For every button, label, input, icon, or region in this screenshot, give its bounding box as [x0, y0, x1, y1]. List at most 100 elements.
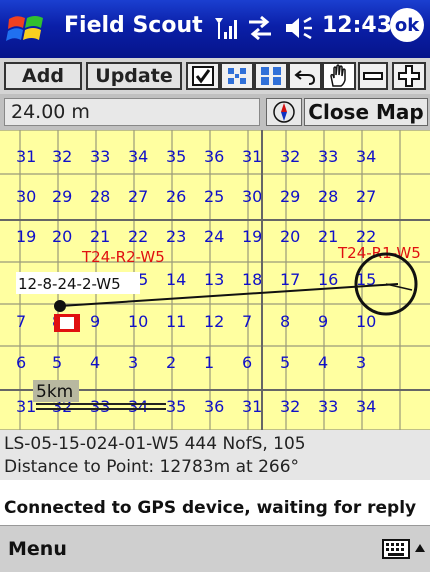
section-number: 10	[128, 312, 148, 331]
section-number: 13	[204, 270, 224, 289]
township-label-right: T24-R1-W5	[337, 244, 421, 262]
windows-start-icon[interactable]	[5, 9, 49, 49]
compass-button[interactable]	[266, 98, 302, 126]
section-number: 29	[52, 187, 72, 206]
keyboard-icon[interactable]	[382, 539, 410, 559]
section-number: 12	[204, 312, 224, 331]
section-number: 33	[318, 147, 338, 166]
section-number: 28	[318, 187, 338, 206]
section-number: 32	[280, 397, 300, 416]
section-number: 34	[356, 397, 376, 416]
section-number: 2	[166, 353, 176, 372]
section-number: 7	[16, 312, 26, 331]
section-number: 32	[52, 147, 72, 166]
section-number: 4	[318, 353, 328, 372]
info-panel: LS-05-15-024-01-W5 444 NofS, 105 Distanc…	[0, 430, 430, 480]
undo-button[interactable]	[288, 62, 322, 90]
distance-bar: 24.00 m Close Map	[0, 94, 430, 130]
gps-status-text: Connected to GPS device, waiting for rep…	[0, 493, 430, 523]
section-number: 3	[356, 353, 366, 372]
section-number: 19	[16, 227, 36, 246]
section-number: 16	[318, 270, 338, 289]
plus-icon	[398, 65, 420, 87]
point-label: 12-8-24-2-W5	[18, 275, 121, 293]
section-number: 17	[280, 270, 300, 289]
pan-button[interactable]	[322, 62, 356, 90]
distance-to-point-text: Distance to Point: 12783m at 266°	[4, 457, 300, 477]
menu-button[interactable]: Menu	[8, 538, 67, 560]
section-number: 34	[128, 397, 148, 416]
section-number: 31	[242, 147, 262, 166]
section-number: 27	[128, 187, 148, 206]
location-text: LS-05-15-024-01-W5 444 NofS, 105	[4, 434, 306, 454]
section-number: 5	[280, 353, 290, 372]
volume-icon[interactable]	[284, 14, 314, 42]
title-bar: Field Scout 12:43 ok	[0, 0, 430, 58]
section-number: 34	[128, 147, 148, 166]
section-number: 21	[90, 227, 110, 246]
section-number: 27	[356, 187, 376, 206]
section-number: 34	[356, 147, 376, 166]
section-number: 3	[128, 353, 138, 372]
section-number: 31	[242, 397, 262, 416]
section-number: 33	[318, 397, 338, 416]
heading-line	[385, 283, 413, 291]
section-number: 9	[90, 312, 100, 331]
clock[interactable]: 12:43	[322, 13, 392, 38]
update-button[interactable]: Update	[86, 62, 182, 90]
toolbar: Add Update	[0, 58, 430, 95]
section-number: 20	[280, 227, 300, 246]
section-number: 36	[204, 397, 224, 416]
input-panel-arrow-icon[interactable]	[414, 538, 426, 560]
section-number: 25	[204, 187, 224, 206]
section-number: 36	[204, 147, 224, 166]
checkmark-icon	[192, 66, 214, 86]
section-number: 26	[166, 187, 186, 206]
zoom-out-button[interactable]	[254, 62, 288, 90]
menu-bar: Menu	[0, 525, 430, 572]
target-marker-inner	[60, 317, 74, 329]
app-title: Field Scout	[64, 13, 203, 38]
section-number: 30	[16, 187, 36, 206]
checkbox-toggle[interactable]	[186, 62, 220, 90]
section-number: 29	[280, 187, 300, 206]
section-number: 21	[318, 227, 338, 246]
section-number: 11	[166, 312, 186, 331]
add-button[interactable]: Add	[4, 62, 82, 90]
zoom-minus-button[interactable]	[358, 62, 388, 90]
close-map-button[interactable]: Close Map	[304, 98, 428, 126]
section-number: 9	[318, 312, 328, 331]
zoom-in-button[interactable]	[220, 62, 254, 90]
section-number: 22	[128, 227, 148, 246]
section-number: 31	[16, 147, 36, 166]
section-number: 6	[242, 353, 252, 372]
section-number: 30	[242, 187, 262, 206]
section-number: 35	[166, 147, 186, 166]
scale-label: 5km	[36, 382, 73, 402]
minus-icon	[363, 72, 383, 80]
section-number: 35	[166, 397, 186, 416]
township-label-left: T24-R2-W5	[81, 248, 165, 266]
distance-field[interactable]: 24.00 m	[4, 98, 260, 126]
connectivity-icon[interactable]	[245, 14, 275, 42]
zoom-plus-button[interactable]	[392, 62, 426, 90]
section-number: 32	[280, 147, 300, 166]
map-view[interactable]: 31 32 33 34 35 36 31 32 33 34 30 29 28 27 26 25 30 29 28 27…	[0, 130, 430, 430]
signal-strength-icon[interactable]	[213, 14, 237, 42]
section-number: 4	[90, 353, 100, 372]
section-number: 8	[280, 312, 290, 331]
section-number: 19	[242, 227, 262, 246]
ok-button[interactable]: ok	[390, 8, 424, 42]
section-number: 14	[166, 270, 186, 289]
target-point[interactable]	[54, 300, 66, 312]
section-number: 33	[90, 147, 110, 166]
zoom-in-icon	[228, 68, 246, 84]
section-number: 6	[16, 353, 26, 372]
section-number: 5	[52, 353, 62, 372]
section-number: 1	[204, 353, 214, 372]
compass-icon	[273, 101, 295, 123]
section-number: 7	[242, 312, 252, 331]
separator	[0, 481, 430, 493]
section-number: 24	[204, 227, 224, 246]
map-canvas[interactable]: 31 32 33 34 35 36 31 32 33 3430 29 28 27 26 25 30 29 28 27…	[0, 130, 430, 430]
